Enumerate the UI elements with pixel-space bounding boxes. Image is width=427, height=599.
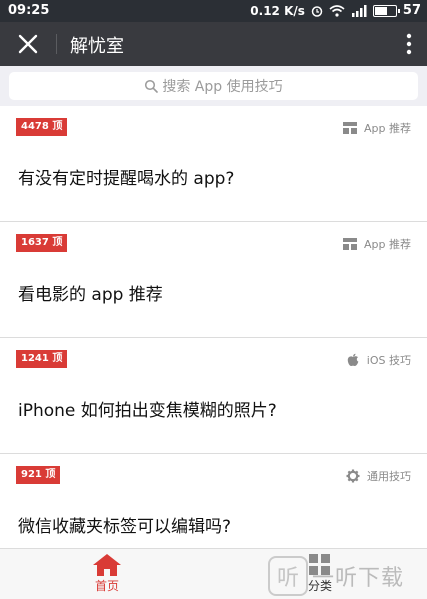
close-icon[interactable] (16, 32, 40, 56)
question-card[interactable]: 1637 顶 App 推荐 看电影的 app 推荐 (0, 222, 427, 338)
page-title: 解忧室 (70, 36, 124, 57)
search-area: 搜索 App 使用技巧 (0, 66, 427, 106)
vote-badge: 1637 顶 (16, 234, 68, 252)
status-time: 09:25 (8, 3, 50, 18)
nav-bar: 解忧室 (0, 22, 427, 66)
question-title[interactable]: 微信收藏夹标签可以编辑吗? (18, 512, 231, 537)
status-indicators: 0.12 K/s 57 (250, 3, 421, 18)
question-card[interactable]: 1241 顶 iOS 技巧 iPhone 如何拍出变焦模糊的照片? (0, 338, 427, 454)
question-title[interactable]: 有没有定时提醒喝水的 app? (18, 164, 234, 189)
home-icon (93, 554, 121, 576)
category-label: 通用技巧 (367, 470, 411, 483)
more-icon[interactable] (405, 32, 413, 56)
search-icon (145, 79, 159, 93)
category-tag[interactable]: App 推荐 (343, 236, 411, 252)
wifi-icon (329, 4, 345, 17)
category-tag[interactable]: App 推荐 (343, 120, 411, 136)
watermark-logo-icon: 听 (268, 556, 308, 596)
grid-icon (343, 238, 357, 250)
search-placeholder: 搜索 App 使用技巧 (162, 79, 283, 95)
vote-badge: 921 顶 (16, 466, 61, 484)
alarm-icon (311, 5, 323, 17)
question-title[interactable]: iPhone 如何拍出变焦模糊的照片? (18, 396, 277, 421)
nav-divider (56, 34, 57, 54)
vote-badge: 4478 顶 (16, 118, 68, 136)
status-bar: 09:25 0.12 K/s 57 (0, 0, 427, 22)
battery-level: 57 (402, 3, 421, 18)
search-input[interactable]: 搜索 App 使用技巧 (9, 72, 418, 100)
battery-icon (372, 4, 400, 17)
watermark: 听 一听下载 (268, 556, 404, 596)
category-label: App 推荐 (364, 122, 411, 135)
network-speed: 0.12 K/s (250, 3, 305, 18)
tab-home[interactable]: 首页 (57, 553, 157, 594)
question-feed: 4478 顶 App 推荐 有没有定时提醒喝水的 app? 1637 顶 App… (0, 106, 427, 570)
signal-icon (351, 4, 367, 17)
category-tag[interactable]: iOS 技巧 (346, 352, 411, 368)
question-title[interactable]: 看电影的 app 推荐 (18, 280, 163, 305)
question-card[interactable]: 4478 顶 App 推荐 有没有定时提醒喝水的 app? (0, 106, 427, 222)
category-label: iOS 技巧 (366, 354, 411, 367)
grid-icon (343, 122, 357, 134)
tab-home-label: 首页 (94, 579, 119, 593)
gear-icon (346, 469, 360, 483)
vote-badge: 1241 顶 (16, 350, 68, 368)
apple-icon (347, 353, 359, 367)
watermark-text: 一听下载 (312, 566, 405, 591)
category-label: App 推荐 (364, 238, 411, 251)
category-tag[interactable]: 通用技巧 (346, 468, 411, 484)
